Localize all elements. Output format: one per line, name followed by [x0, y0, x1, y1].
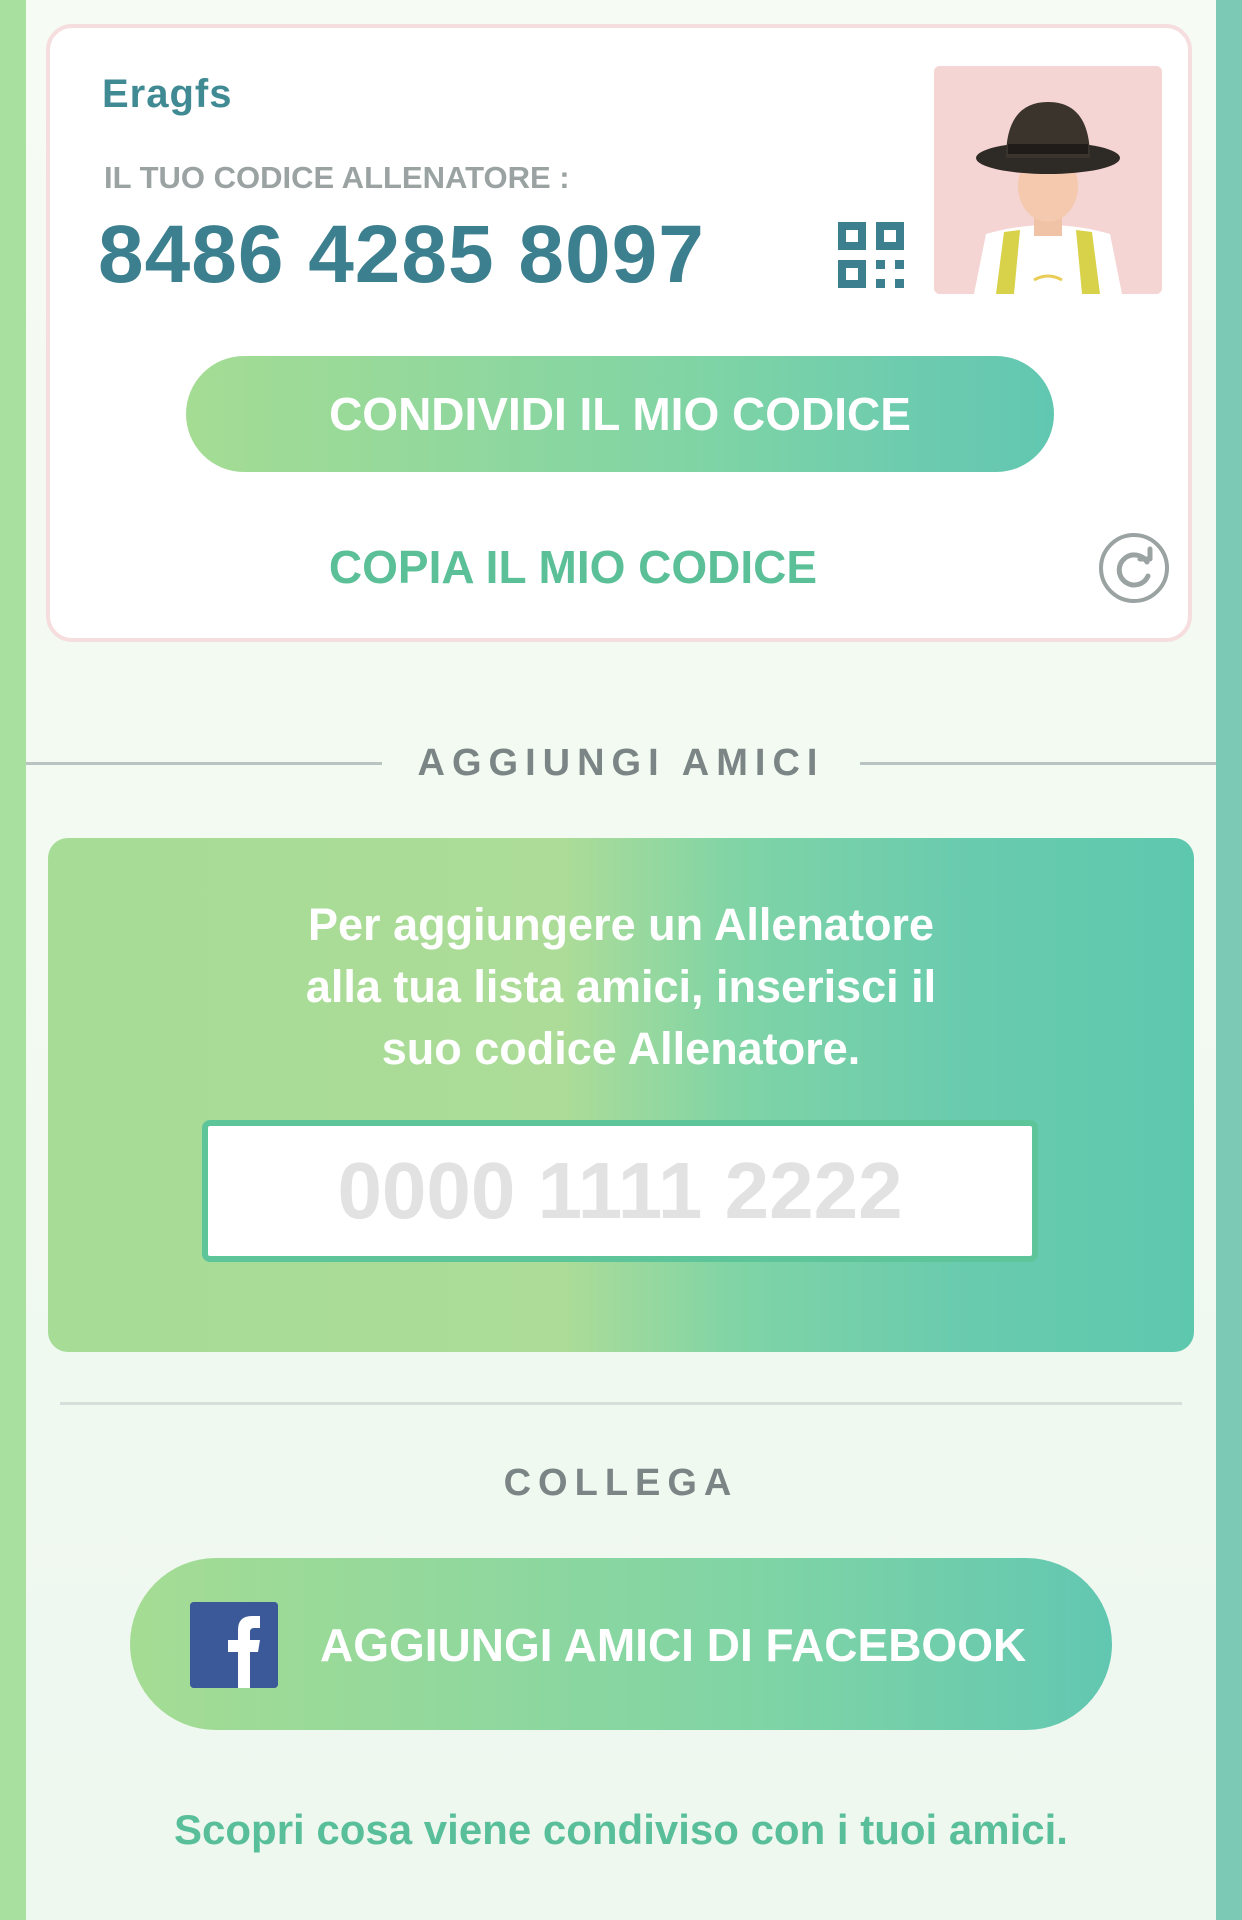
add-friend-box: Per aggiungere un Allenatore alla tua li… — [48, 838, 1194, 1352]
trainer-code-value: 8486 4285 8097 — [98, 209, 705, 300]
copy-code-label: COPIA IL MIO CODICE — [328, 541, 818, 593]
trainer-code-input[interactable] — [202, 1120, 1038, 1262]
trainer-name: Eragfs — [102, 72, 233, 116]
share-code-button[interactable]: CONDIVIDI IL MIO CODICE — [186, 356, 1054, 472]
instruction-line: suo codice Allenatore. — [381, 1023, 861, 1074]
divider — [60, 1402, 1182, 1405]
trainer-avatar — [934, 66, 1162, 294]
copy-code-link[interactable]: COPIA IL MIO CODICE — [50, 540, 1188, 594]
facebook-button-label: AGGIUNGI AMICI DI FACEBOOK — [320, 1619, 1027, 1671]
add-friend-instructions: Per aggiungere un Allenatore alla tua li… — [48, 894, 1194, 1080]
divider — [26, 761, 382, 765]
qr-code-icon[interactable] — [838, 222, 904, 288]
instruction-line: Per aggiungere un Allenatore — [308, 899, 934, 950]
trainer-avatar-illustration — [934, 66, 1162, 294]
trainer-code-label: IL TUO CODICE ALLENATORE : — [104, 160, 570, 195]
divider — [860, 761, 1217, 765]
instruction-line: alla tua lista amici, inserisci il — [305, 961, 937, 1012]
add-friends-title: AGGIUNGI AMICI — [417, 741, 825, 784]
refresh-icon[interactable] — [1098, 532, 1170, 604]
trainer-code-card: Eragfs IL TUO CODICE ALLENATORE : 8486 4… — [46, 24, 1192, 642]
add-friends-header: AGGIUNGI AMICI — [26, 740, 1217, 786]
connect-header: COLLEGA — [503, 1462, 739, 1504]
add-facebook-friends-button[interactable]: AGGIUNGI AMICI DI FACEBOOK — [130, 1558, 1112, 1730]
facebook-icon — [190, 1602, 278, 1688]
shared-info-link[interactable]: Scopri cosa viene condiviso con i tuoi a… — [0, 1806, 1242, 1854]
